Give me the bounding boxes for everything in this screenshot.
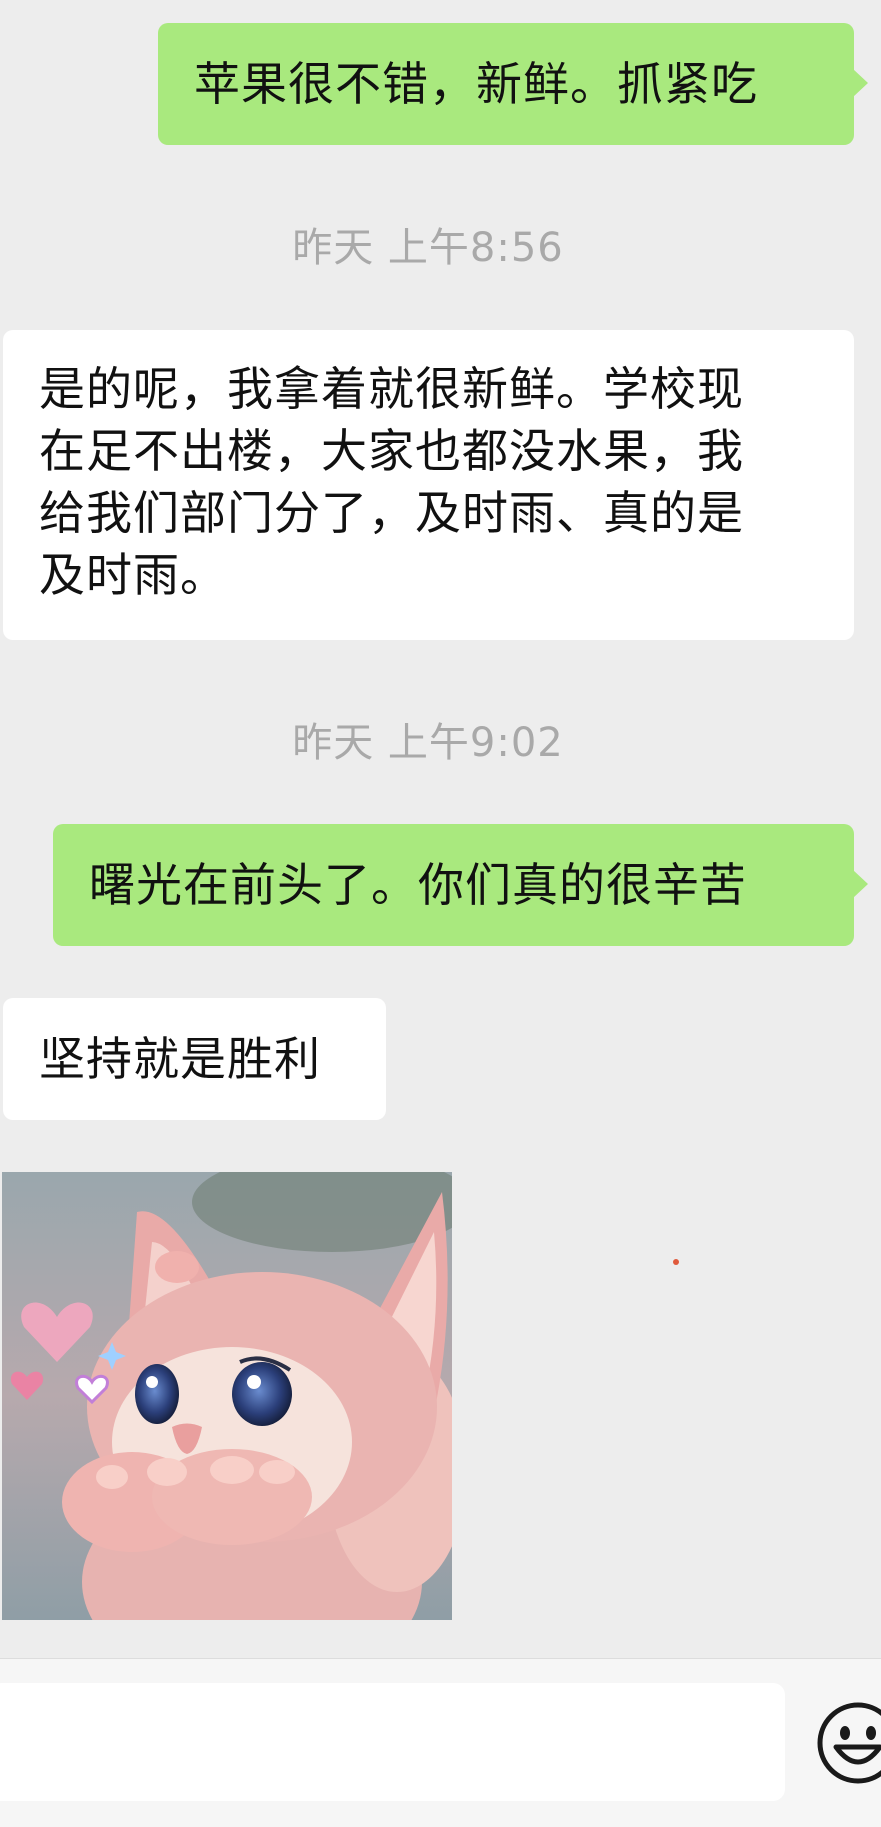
message-line: 及时雨。 — [39, 548, 227, 602]
status-dot — [673, 1259, 679, 1265]
timestamp: 昨天 上午9:02 — [292, 720, 564, 766]
sticker-image[interactable] — [2, 1172, 452, 1620]
message-text: 苹果很不错，新鲜。抓紧吃 — [194, 57, 758, 111]
message-text: 曙光在前头了。你们真的很辛苦 — [89, 858, 747, 912]
timestamp: 昨天 上午8:56 — [292, 225, 564, 271]
message-input[interactable] — [0, 1683, 785, 1801]
their-message-bubble[interactable]: 坚持就是胜利 — [3, 998, 386, 1120]
message-line: 是的呢，我拿着就很新鲜。学校现 — [39, 362, 744, 416]
message-line: 在足不出楼，大家也都没水果，我 — [39, 424, 744, 478]
pink-fox-plush-sticker — [2, 1172, 452, 1620]
my-message-bubble[interactable]: 曙光在前头了。你们真的很辛苦 — [53, 824, 868, 946]
smiley-face-icon[interactable] — [816, 1701, 881, 1785]
input-bar — [0, 1658, 881, 1827]
message-text: 坚持就是胜利 — [39, 1032, 321, 1086]
their-message-bubble[interactable]: 是的呢，我拿着就很新鲜。学校现 在足不出楼，大家也都没水果，我 给我们部门分了，… — [3, 330, 854, 640]
message-line: 给我们部门分了，及时雨、真的是 — [39, 486, 744, 540]
chat-area[interactable]: 苹果很不错，新鲜。抓紧吃 昨天 上午8:56 是的呢，我拿着就很新鲜。学校现 在… — [0, 0, 881, 1658]
my-message-bubble[interactable]: 苹果很不错，新鲜。抓紧吃 — [158, 23, 868, 145]
